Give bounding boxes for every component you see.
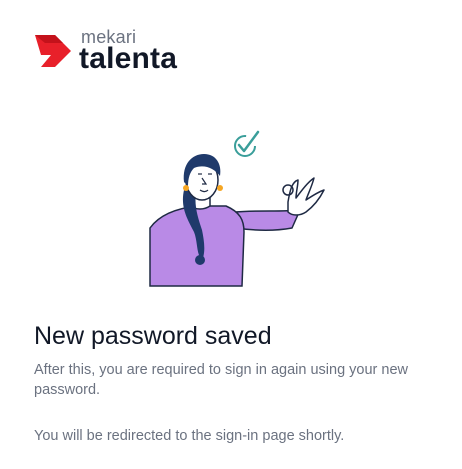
page-title: New password saved bbox=[34, 322, 272, 350]
description-text: After this, you are required to sign in … bbox=[34, 362, 408, 398]
redirect-notice: You will be redirected to the sign-in pa… bbox=[34, 428, 345, 444]
logo-main-text: talenta bbox=[79, 42, 178, 75]
woman-ok-gesture-illustration bbox=[149, 130, 325, 287]
talenta-arrow-icon bbox=[35, 35, 71, 67]
password-saved-page: mekari talenta New password saved After … bbox=[0, 0, 462, 469]
mekari-talenta-logo: mekari talenta bbox=[33, 26, 193, 75]
check-icon bbox=[234, 130, 260, 157]
